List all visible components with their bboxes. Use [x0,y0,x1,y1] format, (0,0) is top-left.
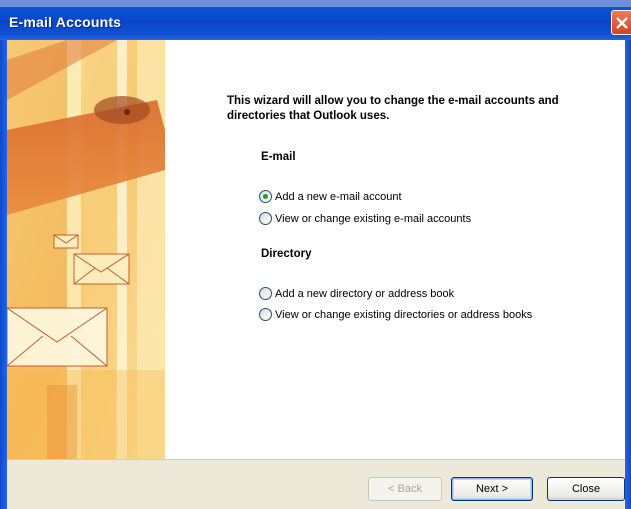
email-section-heading: E-mail [261,151,296,163]
radio-add-email-account[interactable]: Add a new e-mail account [259,190,402,203]
radio-view-change-directories[interactable]: View or change existing directories or a… [259,308,532,321]
close-button[interactable]: Close [547,477,625,501]
wizard-intro-text: This wizard will allow you to change the… [227,95,559,122]
radio-label: View or change existing e-mail accounts [275,212,472,225]
radio-button-selected-icon[interactable] [259,190,272,203]
window-title: E-mail Accounts [9,14,122,30]
radio-button-icon[interactable] [259,308,272,321]
radio-label: Add a new e-mail account [275,190,402,203]
radio-add-directory[interactable]: Add a new directory or address book [259,287,454,300]
radio-label: Add a new directory or address book [275,287,455,300]
wizard-banner-image [7,40,165,459]
back-button[interactable]: < Back [368,477,442,501]
radio-view-change-email-accounts[interactable]: View or change existing e-mail accounts [259,212,471,225]
radio-label: View or change existing directories or a… [275,308,533,321]
close-window-button[interactable] [611,10,631,35]
title-bar-strip [0,0,631,7]
title-bar: E-mail Accounts [0,0,631,40]
radio-button-icon[interactable] [259,212,272,225]
window-frame-left [0,40,7,509]
directory-section-heading: Directory [261,248,312,260]
radio-button-icon[interactable] [259,287,272,300]
next-button[interactable]: Next > [451,477,533,501]
window-frame-right [625,40,631,509]
close-icon [616,17,628,29]
